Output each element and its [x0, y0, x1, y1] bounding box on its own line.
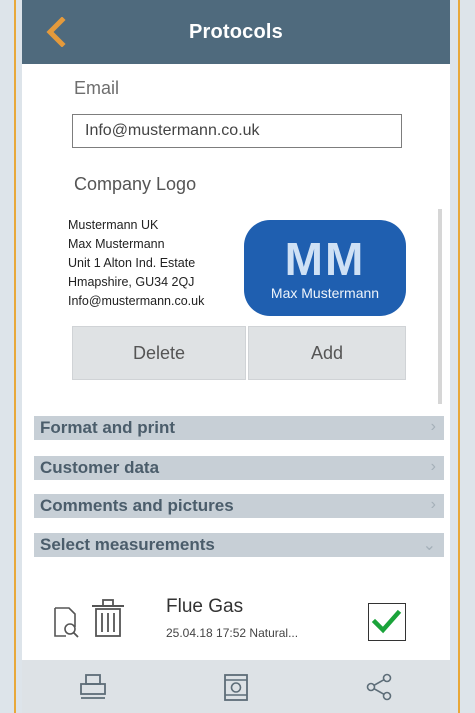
- share-button[interactable]: [362, 670, 396, 704]
- checkmark-icon: [371, 609, 402, 634]
- protocol-settings-panel: Email Company Logo Mustermann UK Max Mus…: [22, 64, 450, 404]
- section-label: Customer data: [40, 458, 160, 477]
- chevron-right-icon: ›: [430, 458, 436, 475]
- chevron-right-icon: ›: [430, 496, 436, 513]
- print-button[interactable]: [76, 670, 110, 704]
- section-label: Comments and pictures: [40, 496, 234, 515]
- company-logo-image: MM Max Mustermann: [244, 220, 406, 316]
- company-address: Mustermann UK Max Mustermann Unit 1 Alto…: [68, 216, 204, 311]
- phone-screen: Protocols Email Company Logo Mustermann …: [22, 0, 450, 713]
- bottom-toolbar: [22, 660, 450, 713]
- measurement-checkbox[interactable]: [368, 603, 406, 641]
- section-comments-and-pictures[interactable]: Comments and pictures ›: [34, 494, 444, 518]
- logo-initials: MM: [284, 233, 366, 285]
- chevron-down-icon: ⌄: [422, 537, 436, 554]
- section-label: Select measurements: [40, 535, 215, 554]
- address-line: Mustermann UK: [68, 218, 159, 232]
- preview-icon[interactable]: [52, 606, 80, 638]
- report-icon: [224, 673, 248, 701]
- trash-icon[interactable]: [90, 598, 126, 638]
- address-line: Info@mustermann.co.uk: [68, 294, 205, 308]
- section-label: Format and print: [40, 418, 176, 437]
- print-icon: [80, 673, 107, 699]
- chevron-left-icon: [46, 17, 66, 47]
- report-button[interactable]: [219, 670, 253, 704]
- frame-border-right: [458, 0, 460, 713]
- logo-name: Max Mustermann: [270, 285, 380, 301]
- measurement-title: Flue Gas: [166, 596, 244, 617]
- company-logo-label: Company Logo: [74, 174, 197, 194]
- address-line: Hmapshire, GU34 2QJ: [68, 275, 195, 289]
- section-customer-data[interactable]: Customer data ›: [34, 456, 444, 480]
- measurement-list-item: Flue Gas 25.04.18 17:52 Natural...: [22, 570, 450, 660]
- header-bar: Protocols: [22, 0, 450, 64]
- page-title: Protocols: [188, 20, 284, 43]
- chevron-right-icon: ›: [430, 418, 436, 435]
- frame-border-left: [14, 0, 16, 713]
- section-format-and-print[interactable]: Format and print ›: [34, 416, 444, 440]
- email-label: Email: [74, 78, 120, 98]
- section-select-measurements[interactable]: Select measurements ⌄: [34, 533, 444, 557]
- scrollbar[interactable]: [438, 209, 442, 404]
- email-field[interactable]: [72, 114, 402, 148]
- address-line: Unit 1 Alton Ind. Estate: [68, 256, 196, 270]
- delete-logo-button[interactable]: Delete: [72, 326, 246, 380]
- back-button[interactable]: [36, 12, 76, 52]
- measurement-details: 25.04.18 17:52 Natural...: [166, 626, 299, 640]
- address-line: Max Mustermann: [68, 237, 165, 251]
- add-logo-button[interactable]: Add: [248, 326, 406, 380]
- share-icon: [366, 673, 391, 700]
